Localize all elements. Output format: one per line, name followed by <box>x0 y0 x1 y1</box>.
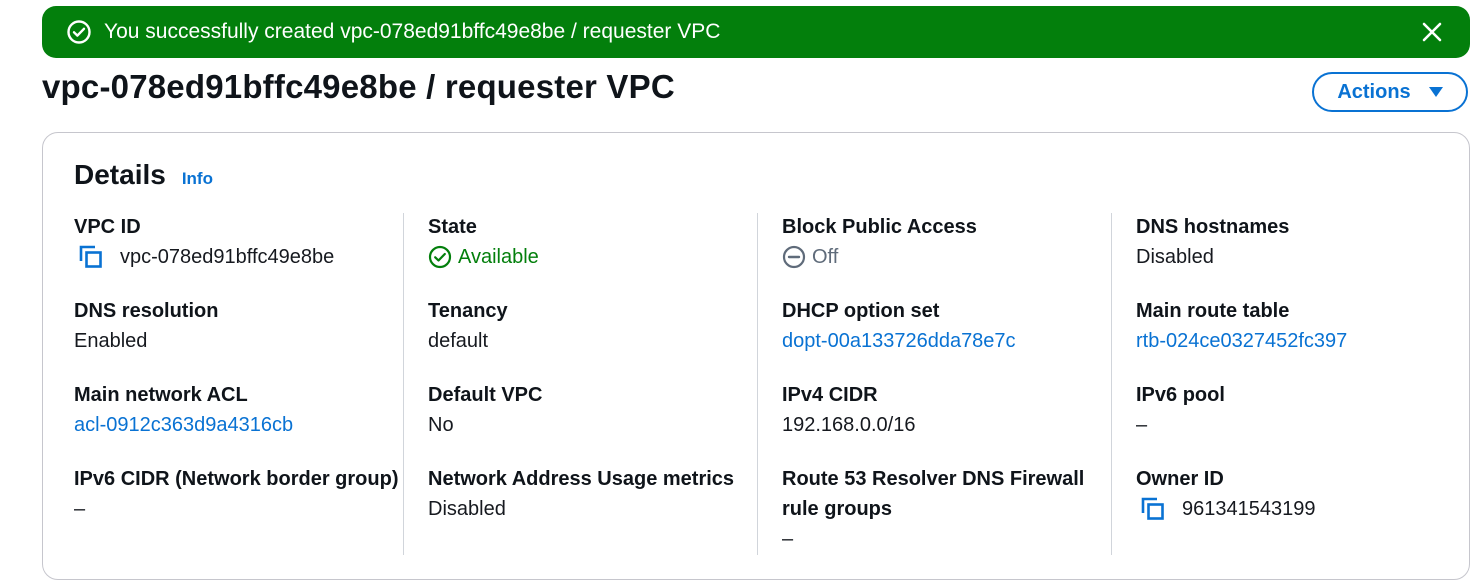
field-ipv6-cidr: IPv6 CIDR (Network border group) – <box>74 464 404 524</box>
status-available-icon <box>428 245 452 269</box>
details-column-2: State Available Tenancy default Default … <box>428 212 758 548</box>
field-value: 961341543199 <box>1136 494 1466 524</box>
vpc-id-value: vpc-078ed91bffc49e8be <box>120 246 335 268</box>
field-value: acl-0912c363d9a4316cb <box>74 410 404 440</box>
actions-button[interactable]: Actions <box>1312 72 1468 112</box>
success-flash-banner: You successfully created vpc-078ed91bffc… <box>42 6 1470 58</box>
details-header: Details Info <box>74 159 213 191</box>
field-value: Disabled <box>1136 246 1214 268</box>
owner-id-value: 961341543199 <box>1182 498 1316 520</box>
field-main-route-table: Main route table rtb-024ce0327452fc397 <box>1136 296 1466 356</box>
field-default-vpc: Default VPC No <box>428 380 758 440</box>
main-route-table-link[interactable]: rtb-024ce0327452fc397 <box>1136 326 1347 356</box>
field-dhcp-option-set: DHCP option set dopt-00a133726dda78e7c <box>782 296 1112 356</box>
block-public-access-value: Off <box>812 246 839 268</box>
details-column-3: Block Public Access Off DHCP option set … <box>782 212 1112 578</box>
field-tenancy: Tenancy default <box>428 296 758 356</box>
field-label: Default VPC <box>428 384 543 406</box>
field-value: – <box>782 528 794 550</box>
field-label: DHCP option set <box>782 300 940 322</box>
field-value: Available <box>428 242 758 272</box>
field-value: Disabled <box>428 498 506 520</box>
field-main-network-acl: Main network ACL acl-0912c363d9a4316cb <box>74 380 404 440</box>
field-label: IPv4 CIDR <box>782 384 878 406</box>
field-ipv4-cidr: IPv4 CIDR 192.168.0.0/16 <box>782 380 1112 440</box>
field-value: dopt-00a133726dda78e7c <box>782 326 1112 356</box>
dhcp-option-set-link[interactable]: dopt-00a133726dda78e7c <box>782 326 1016 356</box>
details-column-4: DNS hostnames Disabled Main route table … <box>1136 212 1466 548</box>
field-label: Route 53 Resolver DNS Firewall rule grou… <box>782 468 1085 520</box>
field-dns-hostnames: DNS hostnames Disabled <box>1136 212 1466 272</box>
close-icon[interactable] <box>1418 18 1446 46</box>
field-label: Network Address Usage metrics <box>428 468 735 490</box>
field-value: Enabled <box>74 330 148 352</box>
field-label: DNS hostnames <box>1136 216 1290 238</box>
field-label: Main route table <box>1136 300 1290 322</box>
page-title: vpc-078ed91bffc49e8be / requester VPC <box>42 68 675 105</box>
actions-button-label: Actions <box>1337 80 1411 103</box>
field-dns-resolution: DNS resolution Enabled <box>74 296 404 356</box>
field-label: Owner ID <box>1136 468 1224 490</box>
copy-icon[interactable] <box>78 244 104 270</box>
field-label: IPv6 pool <box>1136 384 1225 406</box>
details-title: Details <box>74 159 166 190</box>
field-state: State Available <box>428 212 758 272</box>
state-value: Available <box>458 246 539 268</box>
field-label: IPv6 CIDR (Network border group) <box>74 468 399 490</box>
field-label: Tenancy <box>428 300 508 322</box>
field-value: – <box>1136 414 1148 436</box>
field-value: rtb-024ce0327452fc397 <box>1136 326 1466 356</box>
field-value: vpc-078ed91bffc49e8be <box>74 242 404 272</box>
field-value: – <box>74 498 86 520</box>
field-block-public-access: Block Public Access Off <box>782 212 1112 272</box>
main-network-acl-link[interactable]: acl-0912c363d9a4316cb <box>74 410 293 440</box>
field-label: VPC ID <box>74 216 141 238</box>
field-value: Off <box>782 242 1112 272</box>
field-owner-id: Owner ID 961341543199 <box>1136 464 1466 524</box>
field-label: Block Public Access <box>782 216 977 238</box>
field-ipv6-pool: IPv6 pool – <box>1136 380 1466 440</box>
field-label: DNS resolution <box>74 300 219 322</box>
field-value: No <box>428 414 454 436</box>
details-panel: Details Info VPC ID vpc-078ed91bffc49e8b… <box>42 132 1470 580</box>
field-vpc-id: VPC ID vpc-078ed91bffc49e8be <box>74 212 404 272</box>
field-nau-metrics: Network Address Usage metrics Disabled <box>428 464 758 524</box>
status-success-icon <box>66 19 92 45</box>
caret-down-icon <box>1428 87 1443 97</box>
info-link[interactable]: Info <box>182 169 213 189</box>
field-route53-firewall: Route 53 Resolver DNS Firewall rule grou… <box>782 464 1112 554</box>
field-label: Main network ACL <box>74 384 248 406</box>
copy-icon[interactable] <box>1140 496 1166 522</box>
field-value: 192.168.0.0/16 <box>782 414 916 436</box>
status-off-icon <box>782 245 806 269</box>
flash-message: You successfully created vpc-078ed91bffc… <box>104 20 721 43</box>
field-label: State <box>428 216 477 238</box>
details-column-1: VPC ID vpc-078ed91bffc49e8be DNS resolut… <box>74 212 404 548</box>
field-value: default <box>428 330 489 352</box>
